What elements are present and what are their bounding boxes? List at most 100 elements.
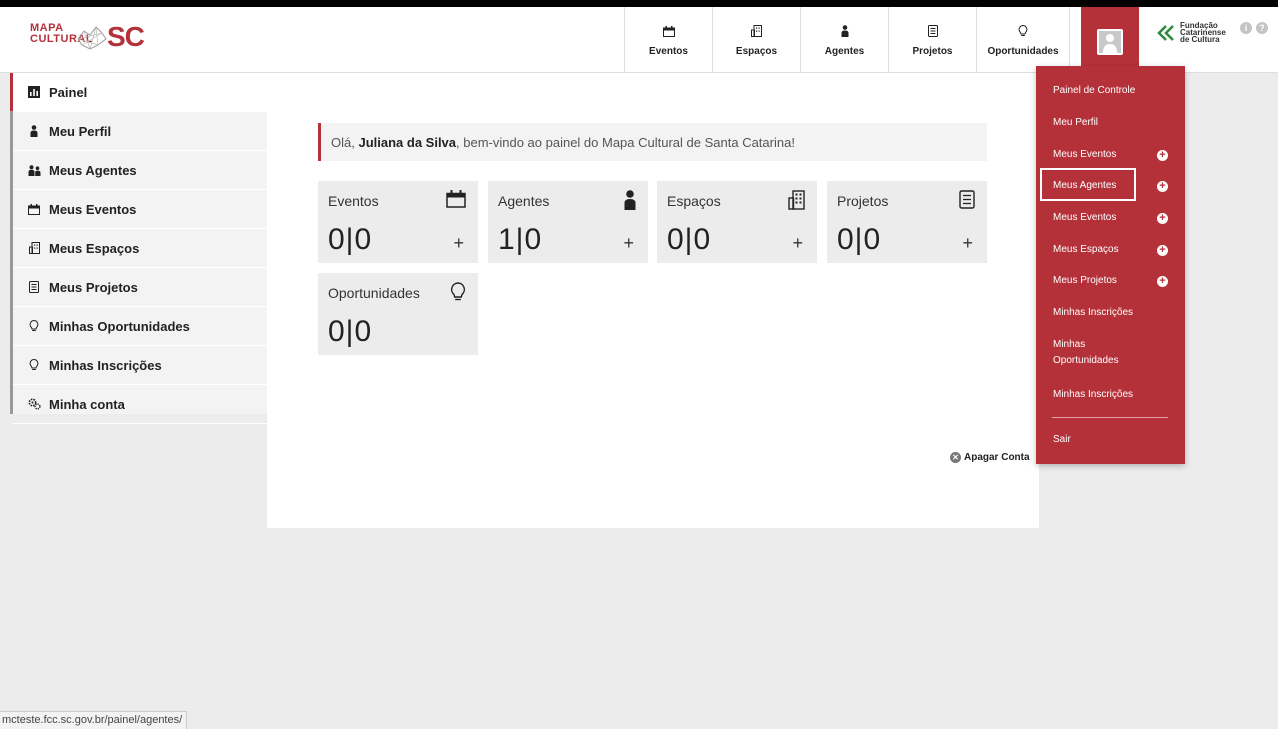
document-icon [27, 280, 41, 294]
card-eventos: Eventos 0|0 + [318, 181, 478, 263]
menu-item-meu-perfil[interactable]: Meu Perfil [1053, 115, 1098, 131]
info-icon[interactable]: i [1240, 22, 1252, 34]
sidebar-rail [10, 111, 13, 414]
menu-item-minhas-inscricoes[interactable]: Minhas Inscrições [1053, 305, 1133, 321]
dashboard-icon [27, 85, 41, 99]
top-strip [0, 0, 1278, 7]
logo-state: SC [107, 21, 145, 52]
sidebar-item-label: Painel [49, 84, 88, 100]
card-value: 0|0 [328, 315, 373, 348]
person-icon [841, 22, 849, 40]
sidebar-item-meus-espacos[interactable]: Meus Espaços [13, 229, 267, 268]
welcome-suffix: , bem-vindo ao painel do Mapa Cultural d… [456, 134, 795, 150]
delete-account-button[interactable]: ✕ Apagar Conta [950, 452, 1030, 463]
card-label: Agentes [498, 193, 550, 209]
card-label: Espaços [667, 193, 721, 209]
person-icon [27, 124, 41, 138]
menu-item-painel-de-controle[interactable]: Painel de Controle [1053, 83, 1135, 99]
sidebar-item-minhas-inscricoes[interactable]: Minhas Inscrições [13, 346, 267, 385]
menu-item-minhas-inscricoes-2[interactable]: Minhas Inscrições [1053, 387, 1133, 403]
fundacao-catarinense-logo[interactable]: Fundação Catarinense de Cultura [1156, 22, 1246, 47]
lightbulb-icon [450, 282, 466, 307]
help-icons: i ? [1240, 22, 1268, 34]
welcome-prefix: Olá, [331, 134, 355, 150]
nav-eventos[interactable]: Eventos [625, 7, 713, 72]
nav-label: Projetos [912, 46, 953, 57]
sidebar: Painel Meu Perfil Meus Agentes Meus Even… [10, 73, 267, 424]
menu-item-meus-projetos[interactable]: Meus Projetos [1053, 273, 1117, 289]
top-nav: Eventos Espaços Agentes Projetos Oportun… [624, 7, 1070, 72]
sidebar-item-label: Meu Perfil [49, 123, 112, 139]
menu-item-sair[interactable]: Sair [1053, 432, 1071, 448]
document-icon [927, 22, 938, 40]
menu-item-meus-espacos[interactable]: Meus Espaços [1053, 242, 1119, 258]
user-menu-button[interactable] [1081, 7, 1139, 72]
card-agentes: Agentes 1|0 + [488, 181, 648, 263]
card-label: Eventos [328, 193, 379, 209]
sidebar-item-label: Minhas Oportunidades [49, 318, 190, 334]
add-espaco-icon[interactable]: + [1157, 245, 1168, 256]
add-espaco-button[interactable]: + [792, 233, 803, 254]
sidebar-item-painel[interactable]: Painel [13, 73, 267, 112]
avatar-person-icon [1103, 34, 1117, 53]
sidebar-item-label: Minha conta [49, 396, 125, 412]
mapa-cultural-logo[interactable]: MAPA CULTURAL SC [30, 21, 145, 59]
sidebar-item-label: Meus Espaços [49, 240, 140, 256]
avatar [1097, 29, 1123, 55]
building-icon [751, 22, 762, 40]
sidebar-item-meus-eventos[interactable]: Meus Eventos [13, 190, 267, 229]
card-label: Oportunidades [328, 285, 420, 301]
card-projetos: Projetos 0|0 + [827, 181, 987, 263]
menu-item-meus-eventos[interactable]: Meus Eventos [1053, 147, 1116, 163]
sidebar-item-meus-agentes[interactable]: Meus Agentes [13, 151, 267, 190]
nav-oportunidades[interactable]: Oportunidades [977, 7, 1070, 72]
sidebar-item-meus-projetos[interactable]: Meus Projetos [13, 268, 267, 307]
fcc-chevron-icon [1157, 25, 1174, 41]
status-bar-url: mcteste.fcc.sc.gov.br/painel/agentes/ [0, 711, 188, 729]
welcome-user-name: Juliana da Silva [358, 134, 457, 150]
gears-icon [27, 397, 41, 411]
card-espacos: Espaços 0|0 + [657, 181, 817, 263]
nav-label: Agentes [824, 46, 865, 57]
menu-item-minhas-oportunidades[interactable]: Minhas Oportunidades [1053, 337, 1133, 369]
menu-item-meus-eventos-2[interactable]: Meus Eventos [1053, 210, 1116, 226]
card-value: 0|0 [837, 223, 882, 256]
calendar-icon [446, 190, 466, 213]
add-evento-button[interactable]: + [453, 233, 464, 254]
sidebar-item-meu-perfil[interactable]: Meu Perfil [13, 112, 267, 151]
welcome-message: Olá, Juliana da Silva, bem-vindo ao pain… [318, 123, 987, 161]
people-icon [27, 163, 41, 177]
add-agente-button[interactable]: + [623, 233, 634, 254]
add-projeto-icon[interactable]: + [1157, 276, 1168, 287]
sidebar-item-label: Meus Projetos [49, 279, 138, 295]
card-value: 0|0 [328, 223, 373, 256]
calendar-icon [27, 202, 41, 216]
sidebar-item-label: Meus Eventos [49, 201, 137, 217]
add-evento-icon-2[interactable]: + [1157, 213, 1168, 224]
card-oportunidades: Oportunidades 0|0 [318, 273, 478, 355]
calendar-icon [662, 22, 675, 40]
add-projeto-button[interactable]: + [962, 233, 973, 254]
main-panel: Olá, Juliana da Silva, bem-vindo ao pain… [267, 73, 1039, 528]
lightbulb-icon [1018, 22, 1028, 40]
delete-account-label: Apagar Conta [964, 452, 1030, 463]
lightbulb-icon [27, 319, 41, 333]
nav-projetos[interactable]: Projetos [889, 7, 977, 72]
sidebar-item-minha-conta[interactable]: Minha conta [13, 385, 267, 424]
card-value: 0|0 [667, 223, 712, 256]
menu-item-meus-agentes[interactable]: Meus Agentes [1053, 178, 1116, 194]
help-icon[interactable]: ? [1256, 22, 1268, 34]
nav-label: Eventos [649, 46, 688, 57]
add-evento-icon[interactable]: + [1157, 150, 1168, 161]
menu-divider [1052, 417, 1168, 418]
add-agente-icon[interactable]: + [1157, 181, 1168, 192]
nav-agentes[interactable]: Agentes [801, 7, 889, 72]
sidebar-item-label: Minhas Inscrições [49, 357, 162, 373]
sidebar-item-label: Meus Agentes [49, 162, 137, 178]
nav-label: Espaços [735, 46, 778, 57]
santa-catarina-map-icon [76, 26, 107, 51]
sidebar-item-minhas-oportunidades[interactable]: Minhas Oportunidades [13, 307, 267, 346]
document-icon [959, 190, 975, 214]
nav-espacos[interactable]: Espaços [713, 7, 801, 72]
lightbulb-icon [27, 358, 41, 372]
